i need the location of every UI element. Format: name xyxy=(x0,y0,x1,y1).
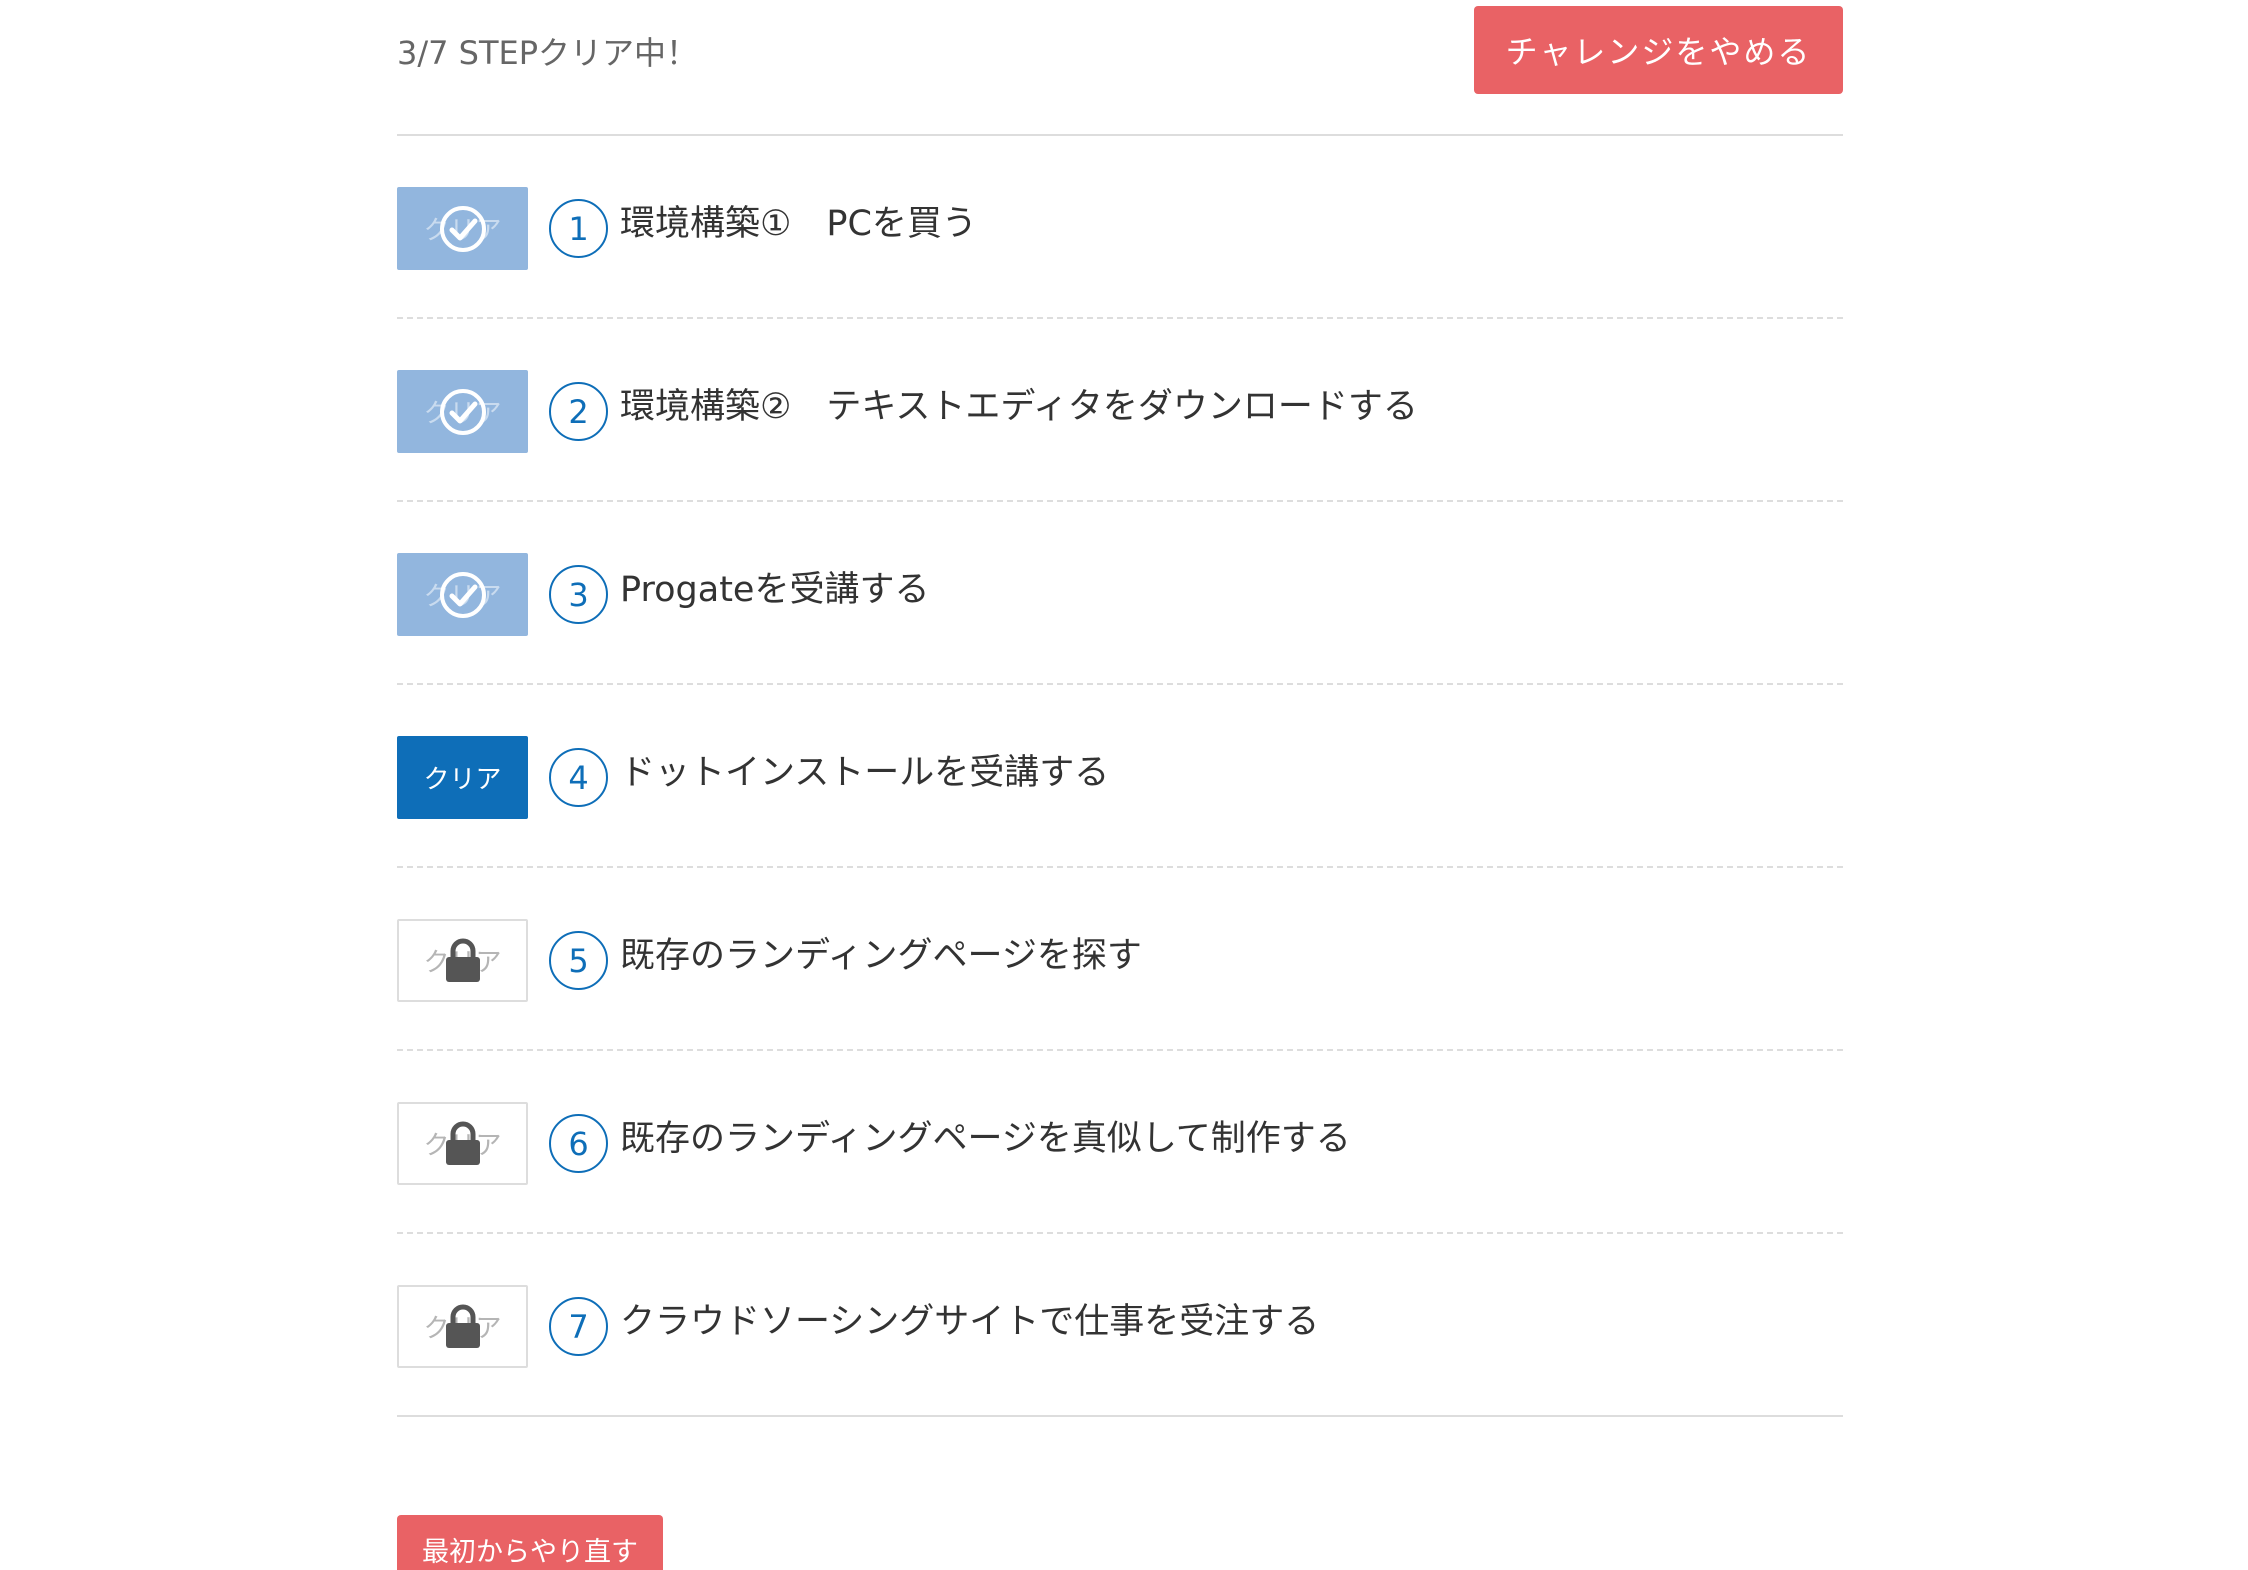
challenge-header: 3/7 STEPクリア中！ チャレンジをやめる xyxy=(397,0,1843,136)
step-title: ドットインストールを受講する xyxy=(620,753,1110,793)
step-title: 環境構築① PCを買う xyxy=(620,204,977,244)
step-title: 環境構築② テキストエディタをダウンロードする xyxy=(620,387,1418,427)
step-row: クリア 2 環境構築② テキストエディタをダウンロードする xyxy=(397,319,1843,502)
step-number-badge: 1 xyxy=(549,199,608,258)
step-row: クリア 5 既存のランディングページを探す xyxy=(397,868,1843,1051)
step-title: 既存のランディングページを探す xyxy=(620,936,1142,976)
check-circle-icon xyxy=(438,387,488,437)
step-number-badge: 6 xyxy=(549,1114,608,1173)
lock-icon xyxy=(443,1121,483,1167)
challenge-panel: 3/7 STEPクリア中！ チャレンジをやめる クリア 1 環境構築① PCを買うク… xyxy=(397,0,1843,1417)
cleared-status-button: クリア xyxy=(397,553,528,636)
step-title: 既存のランディングページを真似して制作する xyxy=(620,1119,1351,1159)
step-row: クリア 6 既存のランディングページを真似して制作する xyxy=(397,1051,1843,1234)
step-title: Progateを受講する xyxy=(620,570,930,610)
clear-button-label: クリア xyxy=(423,765,502,795)
step-number-badge: 3 xyxy=(549,565,608,624)
lock-icon xyxy=(443,938,483,984)
restart-button[interactable]: 最初からやり直す xyxy=(397,1515,663,1570)
locked-status-button: クリア xyxy=(397,919,528,1002)
step-number-badge: 5 xyxy=(549,931,608,990)
check-circle-icon xyxy=(438,570,488,620)
locked-status-button: クリア xyxy=(397,1102,528,1185)
check-circle-icon xyxy=(438,204,488,254)
quit-challenge-button[interactable]: チャレンジをやめる xyxy=(1474,6,1843,94)
step-row: クリア 7 クラウドソーシングサイトで仕事を受注する xyxy=(397,1234,1843,1417)
step-row: クリア 1 環境構築① PCを買う xyxy=(397,136,1843,319)
step-row: クリア 3 Progateを受講する xyxy=(397,502,1843,685)
progress-status: 3/7 STEPクリア中！ xyxy=(397,34,699,72)
cleared-status-button: クリア xyxy=(397,187,528,270)
step-title: クラウドソーシングサイトで仕事を受注する xyxy=(620,1302,1320,1342)
lock-icon xyxy=(443,1304,483,1350)
step-number-badge: 7 xyxy=(549,1297,608,1356)
step-number-badge: 4 xyxy=(549,748,608,807)
step-list: クリア 1 環境構築① PCを買う クリア 2 環境構築② テキストエディタをダウンロード… xyxy=(397,136,1843,1417)
clear-button[interactable]: クリア xyxy=(397,736,528,819)
step-number-badge: 2 xyxy=(549,382,608,441)
step-row: クリア 4 ドットインストールを受講する xyxy=(397,685,1843,868)
cleared-status-button: クリア xyxy=(397,370,528,453)
locked-status-button: クリア xyxy=(397,1285,528,1368)
